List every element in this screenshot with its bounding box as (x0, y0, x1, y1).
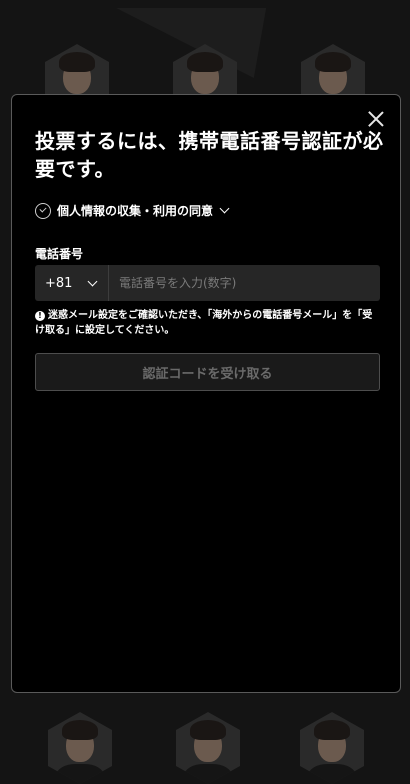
check-circle-icon (35, 202, 51, 219)
profile-thumbnail (176, 712, 240, 784)
profile-thumbnail (300, 712, 364, 784)
phone-label: 電話番号 (35, 247, 84, 261)
phone-input-row: +81 (35, 265, 380, 301)
get-verification-code-button[interactable]: 認証コードを受け取る (35, 353, 380, 391)
profile-thumbnail (48, 712, 112, 784)
country-code-value: +81 (45, 275, 73, 291)
info-icon: ! (35, 311, 45, 321)
close-icon[interactable] (368, 111, 384, 127)
chevron-down-icon (87, 276, 98, 287)
consent-toggle[interactable]: 個人情報の収集・利用の同意 (35, 202, 230, 219)
phone-verification-modal: 投票するには、携帯電話番号認証が必要です。 個人情報の収集・利用の同意 電話番号… (11, 94, 401, 693)
phone-number-input[interactable] (109, 265, 380, 301)
notice-text: ! 迷惑メール設定をご確認いただき、「海外からの電話番号メール」を「受け取る」に設… (35, 308, 380, 338)
chevron-down-icon (219, 203, 230, 214)
notice-message: 迷惑メール設定をご確認いただき、「海外からの電話番号メール」を「受け取る」に設定… (35, 310, 373, 336)
consent-label: 個人情報の収集・利用の同意 (57, 204, 214, 218)
country-code-select[interactable]: +81 (35, 265, 109, 301)
modal-title: 投票するには、携帯電話番号認証が必要です。 (35, 129, 384, 181)
